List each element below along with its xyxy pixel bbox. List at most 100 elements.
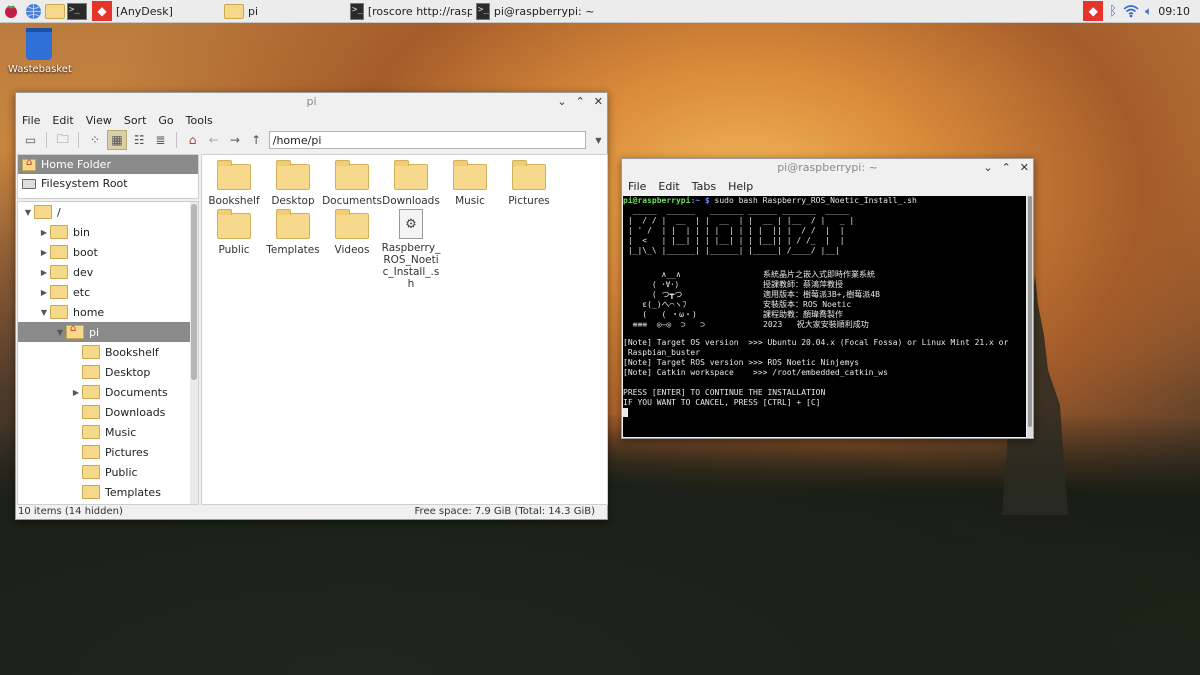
minimize-button[interactable]: ⌄	[557, 93, 566, 111]
folder-icon	[50, 285, 68, 299]
file-manager-titlebar[interactable]: pi ⌄ ⌃ ✕	[16, 93, 607, 111]
new-window-icon[interactable]: ▭	[22, 131, 39, 149]
menu-help[interactable]: Help	[728, 180, 753, 193]
expand-arrow-icon[interactable]: ▼	[22, 208, 34, 217]
file-item[interactable]: Pictures	[499, 160, 559, 207]
home-icon[interactable]: ⌂	[184, 131, 201, 149]
file-item[interactable]: Downloads	[381, 160, 441, 207]
collapse-arrow-icon[interactable]: ▶	[38, 248, 50, 257]
bluetooth-icon[interactable]: ᛒ	[1109, 4, 1117, 19]
tree-item-pictures[interactable]: Pictures	[18, 442, 198, 462]
terminal-scrollbar[interactable]	[1027, 196, 1033, 437]
file-item[interactable]: ⚙ Raspberry_ROS_Noetic_Install_.sh	[381, 209, 441, 290]
tree-item-pi[interactable]: ▼ pi	[18, 322, 198, 342]
close-button[interactable]: ✕	[594, 93, 603, 111]
wastebasket-desktop-icon[interactable]: Wastebasket	[8, 28, 72, 75]
task-file-manager[interactable]: pi	[212, 0, 346, 22]
tree-scrollbar-thumb[interactable]	[191, 204, 197, 380]
collapse-arrow-icon[interactable]: ▶	[38, 268, 50, 277]
web-browser-icon[interactable]	[22, 0, 44, 22]
file-item-label: Templates	[266, 244, 320, 256]
menu-tools[interactable]: Tools	[186, 114, 213, 127]
tree-item-etc[interactable]: ▶ etc	[18, 282, 198, 302]
banner-text: 適用版本：樹莓派3B+,樹莓派4B	[763, 290, 880, 299]
up-arrow-icon[interactable]: ↑	[248, 131, 265, 149]
minimize-button[interactable]: ⌄	[983, 159, 992, 177]
expand-arrow-icon[interactable]: ▼	[54, 328, 66, 337]
task-terminal-label: pi@raspberrypi: ~	[493, 4, 595, 18]
task-roscore[interactable]: >_ [roscore http://raspbe...	[346, 0, 472, 22]
file-item[interactable]: Music	[440, 160, 500, 207]
banner-art: ( ･∀･)	[623, 280, 680, 289]
tree-item-public[interactable]: Public	[18, 462, 198, 482]
forward-arrow-icon[interactable]: →	[226, 131, 243, 149]
place-filesystem-root[interactable]: Filesystem Root	[18, 174, 198, 193]
maximize-button[interactable]: ⌃	[576, 93, 585, 111]
file-item[interactable]: Documents	[322, 160, 382, 207]
task-terminal[interactable]: >_ pi@raspberrypi: ~	[472, 0, 598, 22]
file-item[interactable]: Desktop	[263, 160, 323, 207]
icon-view-icon[interactable]: ⁘	[86, 131, 103, 149]
menu-edit[interactable]: Edit	[658, 180, 679, 193]
banner-text: 課程助教：顏瑋喬製作	[763, 310, 843, 319]
terminal-launcher-icon[interactable]: >_	[66, 0, 88, 22]
expand-arrow-icon[interactable]: ▼	[38, 308, 50, 317]
tree-item-downloads[interactable]: Downloads	[18, 402, 198, 422]
folder-icon	[50, 225, 68, 239]
tree-item-boot[interactable]: ▶ boot	[18, 242, 198, 262]
prompt-path: :~ $	[690, 196, 710, 205]
menu-edit[interactable]: Edit	[52, 114, 73, 127]
back-arrow-icon[interactable]: ←	[205, 131, 222, 149]
menu-view[interactable]: View	[86, 114, 112, 127]
task-anydesk[interactable]: ◆ [AnyDesk]	[88, 0, 212, 22]
terminal-scrollbar-thumb[interactable]	[1028, 196, 1032, 427]
file-item[interactable]: Videos	[322, 209, 382, 256]
wifi-icon[interactable]	[1123, 4, 1139, 18]
terminal-output[interactable]: pi@raspberrypi:~ $ sudo bash Raspberry_R…	[623, 196, 1026, 437]
file-item[interactable]: Public	[204, 209, 264, 256]
file-item-label: Raspberry_ROS_Noetic_Install_.sh	[381, 242, 441, 290]
thumbnail-view-icon[interactable]: ▦	[107, 130, 127, 150]
volume-icon[interactable]: 🔈︎	[1145, 4, 1152, 19]
menu-sort[interactable]: Sort	[124, 114, 147, 127]
raspberry-menu-icon[interactable]	[0, 0, 22, 22]
maximize-button[interactable]: ⌃	[1002, 159, 1011, 177]
place-home-folder[interactable]: Home Folder	[18, 155, 198, 174]
tree-scrollbar[interactable]	[190, 202, 198, 504]
menu-file[interactable]: File	[22, 114, 40, 127]
close-button[interactable]: ✕	[1020, 159, 1029, 177]
menu-file[interactable]: File	[628, 180, 646, 193]
list-view-icon[interactable]: ≣	[152, 131, 169, 149]
tree-item-desktop[interactable]: Desktop	[18, 362, 198, 382]
tree-item-documents[interactable]: ▶ Documents	[18, 382, 198, 402]
anydesk-tray-icon[interactable]: ◆	[1083, 1, 1104, 21]
file-item-label: Pictures	[508, 195, 550, 207]
tree-item-dev[interactable]: ▶ dev	[18, 262, 198, 282]
collapse-arrow-icon[interactable]: ▶	[70, 388, 82, 397]
prompt-user: pi@raspberrypi	[623, 196, 691, 205]
file-manager-launcher-icon[interactable]	[44, 0, 66, 22]
banner-line: ( ( ・ω・) 課程助教：顏瑋喬製作	[623, 310, 1026, 320]
tree-item-templates[interactable]: Templates	[18, 482, 198, 502]
tree-item-label: boot	[73, 245, 98, 259]
terminal-titlebar[interactable]: pi@raspberrypi: ~ ⌄ ⌃ ✕	[622, 159, 1033, 177]
new-folder-icon[interactable]: 🗀︎	[54, 131, 71, 149]
collapse-arrow-icon[interactable]: ▶	[38, 288, 50, 297]
tree-item-home[interactable]: ▼ home	[18, 302, 198, 322]
file-item[interactable]: Templates	[263, 209, 323, 256]
compact-view-icon[interactable]: ☷	[131, 131, 148, 149]
collapse-arrow-icon[interactable]: ▶	[38, 228, 50, 237]
file-item[interactable]: Bookshelf	[204, 160, 264, 207]
address-dropdown-icon[interactable]: ▼	[590, 131, 607, 149]
tree-item-bookshelf[interactable]: Bookshelf	[18, 342, 198, 362]
address-bar[interactable]: /home/pi	[268, 131, 586, 149]
tree-item-bin[interactable]: ▶ bin	[18, 222, 198, 242]
menu-go[interactable]: Go	[158, 114, 173, 127]
folder-icon	[34, 205, 52, 219]
menu-tabs[interactable]: Tabs	[692, 180, 716, 193]
tree-item-root[interactable]: ▼ /	[18, 202, 198, 222]
ascii-art: _____ ______ _______ ______ _______ ____…	[623, 206, 1026, 256]
file-item-label: Music	[455, 195, 485, 207]
clock[interactable]: 09:10	[1158, 5, 1190, 18]
tree-item-music[interactable]: Music	[18, 422, 198, 442]
